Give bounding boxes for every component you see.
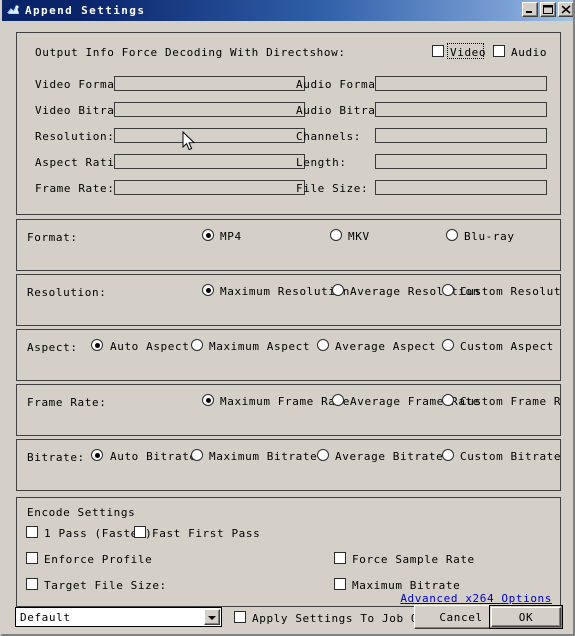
file-size-label: File Size: — [296, 182, 369, 195]
framerate-radio-maximum-label: Maximum Frame Rate — [220, 395, 351, 408]
aspect-radio-custom-label: Custom Aspect — [460, 340, 554, 353]
resolution-group: Resolution: Maximum Resolution Average R… — [16, 274, 561, 326]
target-file-size-checkbox[interactable] — [26, 578, 38, 590]
apply-to-job-queue-checkbox[interactable] — [234, 611, 246, 623]
frame-rate-field — [114, 180, 305, 195]
chevron-down-icon[interactable] — [204, 609, 220, 625]
aspect-group-label: Aspect: — [27, 341, 78, 354]
aspect-radio-average-label: Average Aspect — [335, 340, 437, 353]
resolution-radio-average[interactable] — [332, 284, 344, 296]
aspect-radio-auto[interactable] — [91, 339, 103, 351]
bitrate-radio-auto-label: Auto Bitrate — [110, 450, 197, 463]
channels-field — [375, 128, 547, 143]
output-info-group: Output Info Force Decoding With Directsh… — [16, 32, 561, 215]
minimize-icon[interactable] — [522, 2, 538, 17]
bitrate-radio-maximum[interactable] — [191, 449, 203, 461]
close-icon[interactable] — [558, 2, 573, 17]
resolution-radio-maximum-label: Maximum Resolution — [220, 285, 351, 298]
video-checkbox[interactable] — [432, 45, 444, 57]
encode-settings-group: Encode Settings 1 Pass (Faster) Fast Fir… — [16, 497, 561, 607]
bitrate-radio-custom[interactable] — [442, 449, 454, 461]
format-radio-mp4-label: MP4 — [220, 230, 242, 243]
maximize-icon[interactable] — [540, 2, 556, 17]
aspect-radio-average[interactable] — [317, 339, 329, 351]
length-field — [375, 154, 547, 169]
resolution-radio-maximum[interactable] — [202, 284, 214, 296]
fast-first-pass-checkbox[interactable] — [134, 526, 146, 538]
resolution-radio-custom-label: Custom Resolution — [460, 285, 561, 298]
aspect-radio-custom[interactable] — [442, 339, 454, 351]
bitrate-radio-average-label: Average Bitrate — [335, 450, 444, 463]
aspect-radio-maximum-label: Maximum Aspect — [209, 340, 311, 353]
app-icon — [5, 3, 21, 18]
force-sample-rate-label: Force Sample Rate — [352, 553, 475, 566]
aspect-radio-auto-label: Auto Aspect — [110, 340, 190, 353]
advanced-x264-options-link[interactable]: Advanced x264 Options — [400, 592, 552, 605]
enforce-profile-checkbox[interactable] — [26, 552, 38, 564]
frame-rate-label: Frame Rate: — [35, 182, 115, 195]
output-info-heading: Output Info Force Decoding With Directsh… — [35, 46, 346, 59]
audio-checkbox[interactable] — [493, 45, 505, 57]
file-size-field — [375, 180, 547, 195]
maximum-bitrate-checkbox[interactable] — [334, 578, 346, 590]
aspect-radio-maximum[interactable] — [191, 339, 203, 351]
resolution-field — [114, 128, 305, 143]
window-title: Append Settings — [25, 4, 146, 17]
preset-combo-value: Default — [20, 610, 71, 624]
format-group: Format: MP4 MKV Blu-ray — [16, 219, 561, 271]
cancel-button-label: Cancel — [439, 610, 483, 624]
format-radio-mkv[interactable] — [330, 229, 342, 241]
framerate-radio-custom-label: Custom Frame Rate — [460, 395, 561, 408]
format-radio-bluray-label: Blu-ray — [464, 230, 515, 243]
audio-format-field — [375, 76, 547, 91]
maximum-bitrate-label: Maximum Bitrate — [352, 579, 461, 592]
bitrate-group: Bitrate: Auto Bitrate Maximum Bitrate Av… — [16, 439, 561, 491]
one-pass-checkbox[interactable] — [26, 526, 38, 538]
preset-combo[interactable]: Default — [15, 607, 222, 627]
video-checkbox-label: Video — [450, 46, 487, 59]
format-radio-bluray[interactable] — [446, 229, 458, 241]
video-format-field — [114, 76, 305, 91]
force-sample-rate-checkbox[interactable] — [334, 552, 346, 564]
target-file-size-label: Target File Size: — [44, 579, 167, 592]
framerate-radio-average[interactable] — [332, 394, 344, 406]
fast-first-pass-label: Fast First Pass — [152, 527, 261, 540]
dialog-client-area: Output Info Force Decoding With Directsh… — [2, 21, 573, 632]
audio-bitrate-field — [375, 102, 547, 117]
video-bitrate-field — [114, 102, 305, 117]
framerate-radio-custom[interactable] — [442, 394, 454, 406]
framerate-group-label: Frame Rate: — [27, 396, 107, 409]
title-bar[interactable]: Append Settings — [2, 0, 573, 21]
append-settings-window: Append Settings Output Info Force Decodi… — [0, 0, 575, 636]
ok-button[interactable]: OK — [489, 605, 563, 629]
enforce-profile-label: Enforce Profile — [44, 553, 153, 566]
length-label: Length: — [296, 156, 347, 169]
framerate-radio-maximum[interactable] — [202, 394, 214, 406]
encode-settings-heading: Encode Settings — [27, 506, 136, 519]
bitrate-radio-auto[interactable] — [91, 449, 103, 461]
aspect-ratio-field — [114, 154, 305, 169]
channels-label: Channels: — [296, 130, 362, 143]
framerate-group: Frame Rate: Maximum Frame Rate Average F… — [16, 384, 561, 436]
ok-button-label: OK — [518, 610, 534, 624]
format-group-label: Format: — [27, 231, 78, 244]
title-bar-buttons — [522, 2, 573, 17]
aspect-group: Aspect: Auto Aspect Maximum Aspect Avera… — [16, 329, 561, 381]
format-radio-mkv-label: MKV — [348, 230, 370, 243]
resolution-label: Resolution: — [35, 130, 115, 143]
bitrate-radio-maximum-label: Maximum Bitrate — [209, 450, 318, 463]
format-radio-mp4[interactable] — [202, 229, 214, 241]
resolution-radio-custom[interactable] — [442, 284, 454, 296]
bitrate-radio-average[interactable] — [317, 449, 329, 461]
bitrate-radio-custom-label: Custom Bitrate — [460, 450, 561, 463]
bitrate-group-label: Bitrate: — [27, 451, 85, 464]
resolution-group-label: Resolution: — [27, 286, 107, 299]
audio-checkbox-label: Audio — [511, 46, 548, 59]
